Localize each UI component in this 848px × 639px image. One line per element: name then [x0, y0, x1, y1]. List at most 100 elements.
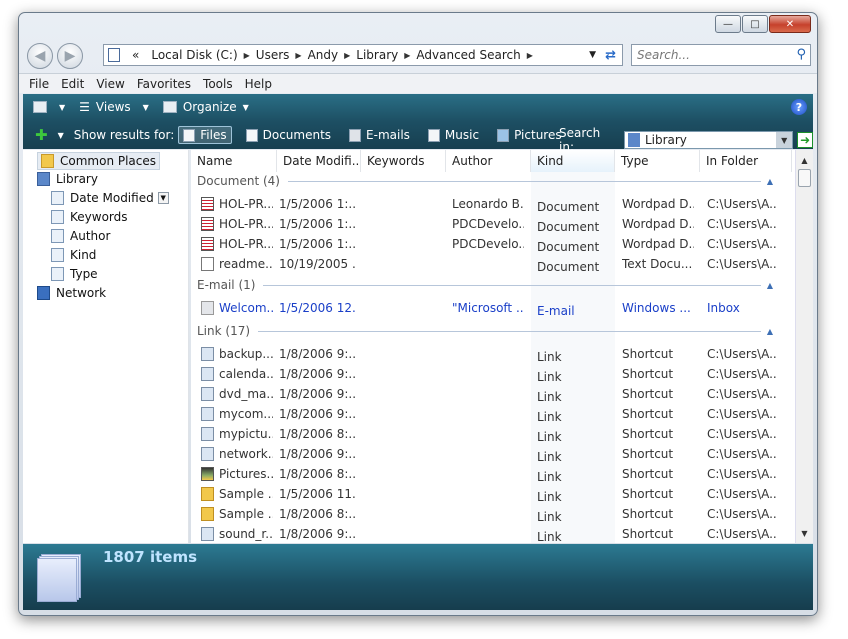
address-segment-andy[interactable]: Andy [308, 48, 339, 62]
table-row[interactable]: HOL-PR... 1/5/2006 1:... Leonardo B... Docu… [191, 194, 791, 214]
help-icon[interactable]: ? [791, 99, 807, 115]
address-segment-library[interactable]: Library [356, 48, 398, 62]
scroll-up-icon[interactable]: ▲ [796, 152, 813, 168]
views-button[interactable]: ☰ Views ▼ [79, 100, 149, 114]
table-row[interactable]: dvd_ma... 1/8/2006 9:... Link Shortcut C:\Us… [191, 384, 791, 404]
cell-date: 1/8/2006 9:... [279, 527, 355, 541]
wordpad-doc-icon [201, 217, 214, 231]
column-header-name[interactable]: Name [191, 150, 277, 172]
maximize-button[interactable]: □ [742, 15, 768, 33]
table-row[interactable]: network... 1/8/2006 9:... Link Shortcut C:\U… [191, 444, 791, 464]
scroll-thumb[interactable] [798, 169, 811, 187]
table-row[interactable]: mycom... 1/8/2006 9:... Link Shortcut C:\Use… [191, 404, 791, 424]
page-icon [51, 191, 64, 205]
refresh-icon[interactable]: ⇄ [605, 48, 616, 63]
search-in-select[interactable]: Library ▼ [623, 131, 794, 149]
wordpad-doc-icon [201, 197, 214, 211]
group-header[interactable]: Link (17) ▲ [197, 324, 777, 338]
cell-folder: C:\Users\A... [707, 447, 777, 461]
menu-view[interactable]: View [96, 77, 124, 91]
column-header-keywords[interactable]: Keywords [361, 150, 446, 172]
chevron-down-icon[interactable]: ▼ [58, 131, 64, 140]
table-row[interactable]: Sample ... 1/8/2006 8:... Link Shortcut C:\U… [191, 504, 791, 524]
menu-tools[interactable]: Tools [203, 77, 233, 91]
chevron-down-icon[interactable]: ▼ [157, 192, 169, 204]
chevron-right-icon[interactable]: ▶ [244, 51, 250, 60]
filter-files[interactable]: Files [178, 126, 232, 144]
address-dropdown-icon[interactable]: ▼ [589, 50, 596, 60]
column-header-date-modified[interactable]: Date Modifi... [277, 150, 361, 172]
go-button[interactable]: ➜ [797, 132, 813, 148]
nav-item-type[interactable]: Type [51, 267, 98, 281]
layout-button[interactable]: ▼ [33, 101, 65, 113]
show-results-label: Show results for: [73, 128, 175, 142]
filter-emails[interactable]: E-mails [345, 127, 414, 143]
cell-kind: Link [537, 390, 562, 404]
nav-item-common-places[interactable]: Common Places [37, 152, 161, 170]
menu-favorites[interactable]: Favorites [137, 77, 191, 91]
chevron-right-icon[interactable]: ▶ [344, 51, 350, 60]
nav-item-date-modified[interactable]: Date Modified ▼ [51, 191, 169, 205]
chevron-right-icon[interactable]: ▶ [404, 51, 410, 60]
group-header[interactable]: Document (4) ▲ [197, 174, 777, 188]
scroll-down-icon[interactable]: ▼ [796, 525, 813, 541]
minimize-button[interactable]: — [715, 15, 741, 33]
cell-name: HOL-PR... [219, 217, 273, 231]
column-header-in-folder[interactable]: In Folder [700, 150, 792, 172]
menu-file[interactable]: File [29, 77, 49, 91]
nav-item-kind[interactable]: Kind [51, 248, 96, 262]
table-row[interactable]: readme.... 10/19/2005 ... Document Text Doc… [191, 254, 791, 274]
cell-folder: C:\Users\A... [707, 257, 777, 271]
chevron-down-icon[interactable]: ▼ [776, 132, 793, 148]
table-row[interactable]: sound_r... 1/8/2006 9:... Link Shortcut C:\U… [191, 524, 791, 543]
table-row[interactable]: backup.... 1/8/2006 9:... Link Shortcut C:\U… [191, 344, 791, 364]
cell-date: 1/8/2006 8:... [279, 507, 355, 521]
file-list: Name Date Modifi... Keywords Author Kind… [191, 150, 813, 543]
group-header[interactable]: E-mail (1) ▲ [197, 278, 777, 292]
filter-music[interactable]: Music [424, 127, 483, 143]
address-bar[interactable]: « Local Disk (C:) ▶ Users ▶ Andy ▶ Libra… [103, 44, 623, 66]
table-row[interactable]: Sample ... 1/5/2006 11... Link Shortcut C:\U… [191, 484, 791, 504]
cell-type: Text Docu... [622, 257, 693, 271]
collapse-icon[interactable]: ▲ [767, 281, 773, 290]
organize-button[interactable]: Organize ▼ [162, 100, 249, 114]
close-button[interactable]: ✕ [769, 15, 811, 33]
address-segment-local-disk[interactable]: Local Disk (C:) [151, 48, 237, 62]
address-overflow[interactable]: « [132, 48, 139, 62]
nav-item-network[interactable]: Network [37, 286, 106, 300]
column-header-type[interactable]: Type [615, 150, 700, 172]
column-header-kind[interactable]: Kind [531, 150, 615, 172]
cell-author: "Microsoft ... [452, 301, 524, 315]
menu-edit[interactable]: Edit [61, 77, 84, 91]
address-segment-users[interactable]: Users [256, 48, 290, 62]
collapse-icon[interactable]: ▲ [767, 177, 773, 186]
search-icon[interactable]: ⚲ [796, 47, 806, 62]
menu-help[interactable]: Help [245, 77, 272, 91]
item-stack-icon [37, 554, 81, 604]
nav-item-author[interactable]: Author [51, 229, 110, 243]
chevron-right-icon[interactable]: ▶ [527, 51, 533, 60]
table-row[interactable]: HOL-PR... 1/5/2006 1:... PDCDevelo... Docum… [191, 234, 791, 254]
table-row[interactable]: Welcom... 1/5/2006 12... "Microsoft ... E-m… [191, 298, 791, 318]
add-icon[interactable]: ✚ [35, 126, 48, 144]
column-header-author[interactable]: Author [446, 150, 531, 172]
group-title: E-mail (1) [197, 278, 256, 292]
table-row[interactable]: mypictu... 1/8/2006 8:... Link Shortcut C:\U… [191, 424, 791, 444]
table-row[interactable]: HOL-PR... 1/5/2006 1:... PDCDevelo... Docum… [191, 214, 791, 234]
vertical-scrollbar[interactable]: ▲ ▼ [795, 150, 813, 543]
address-segment-advanced-search[interactable]: Advanced Search [416, 48, 520, 62]
nav-item-library[interactable]: Library [37, 172, 98, 186]
chevron-right-icon[interactable]: ▶ [295, 51, 301, 60]
table-row[interactable]: calenda... 1/8/2006 9:... Link Shortcut C:\U… [191, 364, 791, 384]
filter-pictures[interactable]: Pictures [493, 127, 566, 143]
nav-item-keywords[interactable]: Keywords [51, 210, 128, 224]
table-row[interactable]: Pictures... 1/8/2006 8:... Link Shortcut C:\… [191, 464, 791, 484]
shortcut-icon [201, 427, 214, 441]
shortcut-icon [201, 447, 214, 461]
collapse-icon[interactable]: ▲ [767, 327, 773, 336]
back-button[interactable]: ◀ [27, 43, 53, 69]
search-input[interactable]: Search... ⚲ [631, 44, 811, 66]
search-placeholder: Search... [637, 48, 690, 62]
forward-button[interactable]: ▶ [57, 43, 83, 69]
filter-documents[interactable]: Documents [242, 127, 335, 143]
